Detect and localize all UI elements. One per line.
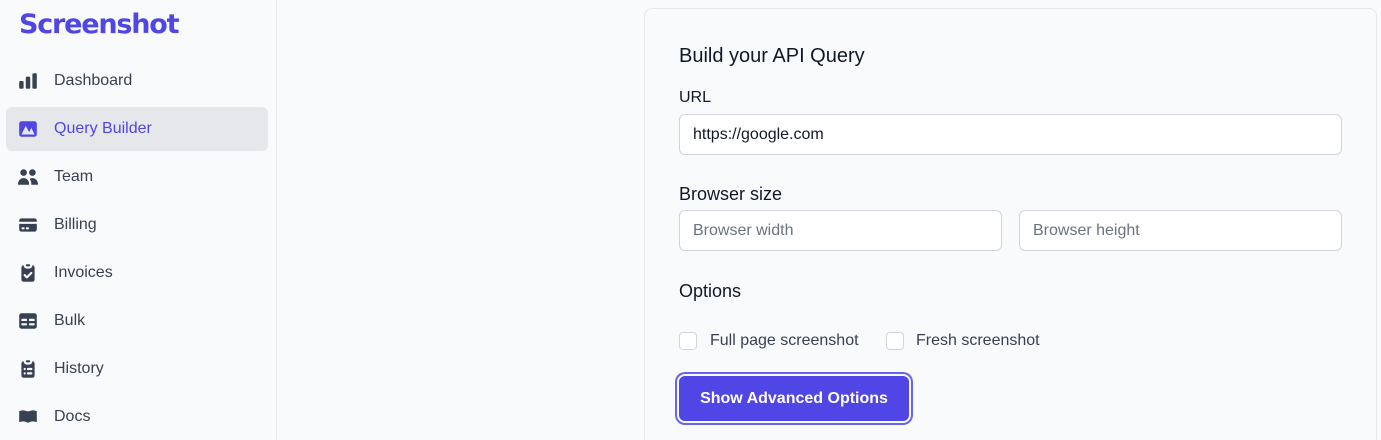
sidebar-item-invoices[interactable]: Invoices bbox=[6, 251, 268, 295]
credit-card-icon bbox=[17, 214, 39, 236]
users-icon bbox=[17, 166, 39, 188]
browser-height-input[interactable] bbox=[1019, 210, 1342, 251]
sidebar: Screenshot Dashboard Query Builder Team bbox=[0, 0, 277, 440]
sidebar-item-label: History bbox=[54, 360, 104, 377]
sidebar-item-label: Invoices bbox=[54, 264, 113, 281]
sidebar-item-docs[interactable]: Docs bbox=[6, 395, 268, 439]
table-icon bbox=[17, 310, 39, 332]
clipboard-list-icon bbox=[17, 358, 39, 380]
book-open-icon bbox=[17, 406, 39, 428]
sidebar-item-label: Dashboard bbox=[54, 72, 133, 89]
sidebar-item-label: Bulk bbox=[54, 312, 86, 329]
fresh-screenshot-checkbox[interactable] bbox=[886, 332, 904, 350]
sidebar-item-dashboard[interactable]: Dashboard bbox=[6, 59, 268, 103]
sidebar-item-label: Team bbox=[54, 168, 94, 185]
sidebar-item-team[interactable]: Team bbox=[6, 155, 268, 199]
browser-width-input[interactable] bbox=[679, 210, 1002, 251]
show-advanced-options-button[interactable]: Show Advanced Options bbox=[679, 376, 909, 421]
sidebar-item-query-builder[interactable]: Query Builder bbox=[6, 107, 268, 151]
options-title: Options bbox=[679, 281, 742, 301]
url-label: URL bbox=[679, 89, 712, 106]
browser-size-title: Browser size bbox=[679, 184, 783, 204]
fresh-screenshot-label[interactable]: Fresh screenshot bbox=[916, 332, 1040, 350]
brand-logo[interactable]: Screenshot bbox=[19, 9, 180, 40]
app: Screenshot Dashboard Query Builder Team bbox=[0, 0, 1381, 440]
sidebar-item-label: Query Builder bbox=[54, 120, 152, 137]
full-page-label[interactable]: Full page screenshot bbox=[710, 332, 859, 350]
sidebar-item-history[interactable]: History bbox=[6, 347, 268, 391]
sidebar-item-label: Billing bbox=[54, 216, 97, 233]
sidebar-item-label: Docs bbox=[54, 408, 91, 425]
card-title: Build your API Query bbox=[679, 45, 865, 67]
full-page-checkbox[interactable] bbox=[679, 332, 697, 350]
query-builder-card: Build your API Query URL Browser size Op… bbox=[644, 8, 1377, 440]
photo-icon bbox=[17, 118, 39, 140]
sidebar-item-bulk[interactable]: Bulk bbox=[6, 299, 268, 343]
bar-chart-icon bbox=[17, 70, 39, 92]
sidebar-item-billing[interactable]: Billing bbox=[6, 203, 268, 247]
url-input[interactable] bbox=[679, 114, 1342, 155]
clipboard-check-icon bbox=[17, 262, 39, 284]
sidebar-nav: Dashboard Query Builder Team Billing Inv… bbox=[6, 59, 268, 440]
